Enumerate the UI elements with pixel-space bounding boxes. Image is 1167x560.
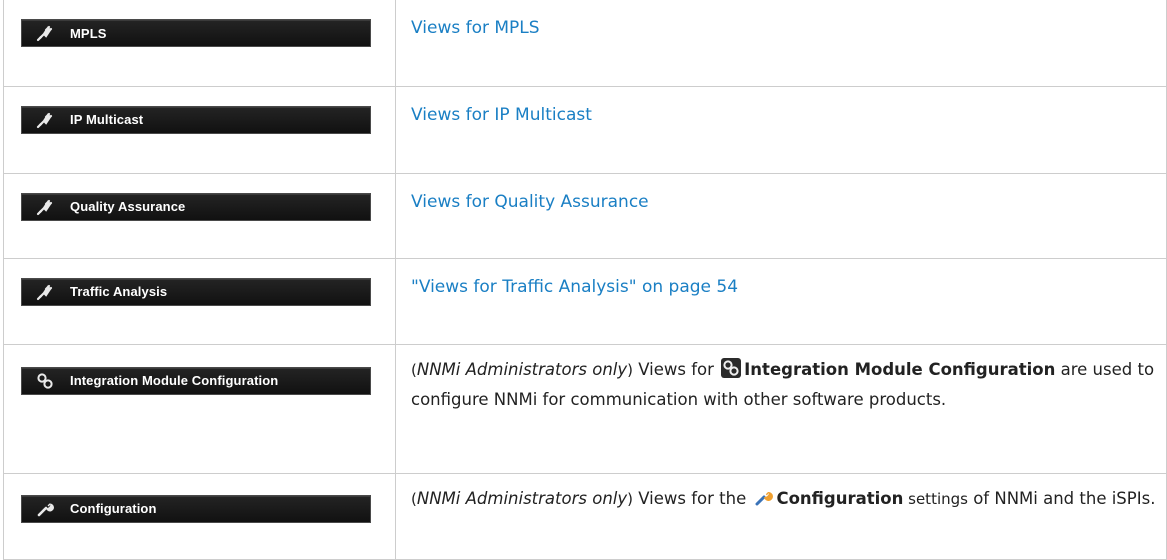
plug-icon xyxy=(34,24,56,42)
description-cell: Views for MPLS xyxy=(395,0,1167,87)
description-cell: Views for Quality Assurance xyxy=(395,172,1167,259)
plug-icon xyxy=(34,111,56,129)
description-cell: (NNMi Administrators only) Views for the… xyxy=(395,472,1167,560)
integration-module-configuration-term: Integration Module Configuration xyxy=(744,359,1056,379)
integration-module-configuration-label: Integration Module Configuration xyxy=(70,373,279,388)
views-for-quality-assurance-link[interactable]: Views for Quality Assurance xyxy=(411,192,649,212)
configuration-workspace-button[interactable]: Configuration xyxy=(21,494,371,523)
wrench-icon xyxy=(34,500,56,518)
workspace-button-cell: Traffic Analysis xyxy=(3,257,396,345)
workspace-button-cell: IP Multicast xyxy=(3,85,396,174)
integration-module-description: (NNMi Administrators only) Views for Int… xyxy=(411,357,1155,409)
mpls-button-label: MPLS xyxy=(70,25,107,41)
workspace-views-table: MPLS Views for MPLS IP Multicast Views f… xyxy=(3,0,1167,560)
workspace-button-cell: Quality Assurance xyxy=(3,172,396,259)
workspace-button-cell: MPLS xyxy=(3,0,396,87)
traffic-analysis-button-label: Traffic Analysis xyxy=(70,284,168,299)
table-row: Quality Assurance Views for Quality Assu… xyxy=(3,172,1167,259)
ip-multicast-button-label: IP Multicast xyxy=(70,112,144,127)
views-for-traffic-analysis-link[interactable]: "Views for Traffic Analysis" on page 54 xyxy=(411,277,738,297)
configuration-term: Configuration xyxy=(776,488,904,508)
configuration-description: (NNMi Administrators only) Views for the… xyxy=(411,487,1156,508)
description-cell: (NNMi Administrators only) Views for Int… xyxy=(395,343,1167,474)
wrench-icon xyxy=(753,487,774,507)
linked-gears-icon xyxy=(721,357,742,378)
role-note: NNMi Administrators only xyxy=(416,488,628,508)
linked-gears-icon xyxy=(34,372,56,390)
mpls-workspace-button[interactable]: MPLS xyxy=(21,19,371,47)
views-for-mpls-link[interactable]: Views for MPLS xyxy=(411,18,540,38)
integration-module-configuration-button[interactable]: Integration Module Configuration xyxy=(21,366,371,395)
plug-icon xyxy=(34,198,56,216)
table-row: Configuration (NNMi Administrators only)… xyxy=(3,472,1167,560)
description-cell: Views for IP Multicast xyxy=(395,85,1167,174)
ip-multicast-workspace-button[interactable]: IP Multicast xyxy=(21,105,371,134)
views-for-ip-multicast-link[interactable]: Views for IP Multicast xyxy=(411,105,592,125)
workspace-button-cell: Configuration xyxy=(3,472,396,560)
configuration-button-label: Configuration xyxy=(70,501,157,516)
workspace-button-cell: Integration Module Configuration xyxy=(3,343,396,474)
role-note: NNMi Administrators only xyxy=(416,359,628,379)
table-row: MPLS Views for MPLS xyxy=(3,0,1167,87)
description-cell: "Views for Traffic Analysis" on page 54 xyxy=(395,257,1167,345)
table-row: Integration Module Configuration (NNMi A… xyxy=(3,343,1167,474)
table-row: Traffic Analysis "Views for Traffic Anal… xyxy=(3,257,1167,345)
quality-assurance-button-label: Quality Assurance xyxy=(70,199,186,214)
plug-icon xyxy=(34,283,56,301)
traffic-analysis-workspace-button[interactable]: Traffic Analysis xyxy=(21,277,371,306)
table-row: IP Multicast Views for IP Multicast xyxy=(3,85,1167,174)
quality-assurance-workspace-button[interactable]: Quality Assurance xyxy=(21,192,371,221)
